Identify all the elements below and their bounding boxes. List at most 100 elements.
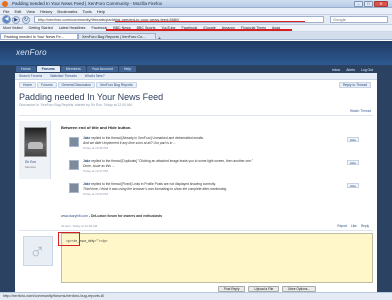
hide-button[interactable]: Hide [346, 137, 359, 142]
menu-bar: File Edit View History Bookmarks Tools Help [0, 8, 392, 15]
firefox-icon [2, 1, 8, 7]
bookmarks-toolbar: Most Visited Getting Started Latest Headli… [0, 25, 392, 32]
menu-view[interactable]: View [23, 8, 37, 14]
bookmark-item[interactable]: Latest Headlines [56, 25, 89, 30]
tab-home[interactable]: Home [16, 66, 36, 72]
sub-navigation: Search Forums Watched Threads What's New? [15, 73, 377, 80]
divider [19, 230, 373, 231]
feed-avatar[interactable] [69, 183, 79, 193]
signature-text: - DeLuxion forum for owners and enthusia… [88, 214, 163, 218]
logout-link[interactable]: Log Out [358, 68, 376, 72]
feed-time: Today at 10:37 PM [83, 169, 109, 173]
feed-user[interactable]: Jake [83, 136, 90, 140]
window-title: Padding needed In Your News Feed | XenFo… [12, 1, 162, 6]
status-text: http://xenforo.com/community/forums/xenf… [3, 294, 105, 298]
menu-bookmarks[interactable]: Bookmarks [54, 8, 79, 14]
feed-text: Jake replied to the thread [Already in X… [83, 136, 338, 140]
feed-user[interactable]: Jake [83, 159, 90, 163]
reply-to-thread-button[interactable]: Reply to Thread [338, 82, 371, 88]
feed-avatar[interactable] [69, 137, 79, 147]
feed-quote: And we didn't implement it any time soon… [83, 141, 177, 145]
news-feed-item: Jake replied to the thread [Fixed] Links… [69, 182, 359, 203]
browser-tab[interactable]: XenForo Bug Reports | XenForo Co... [78, 33, 156, 39]
menu-file[interactable]: File [0, 8, 11, 14]
forward-arrow-icon[interactable]: ▶ [12, 16, 20, 24]
close-button[interactable]: ✕ [374, 1, 388, 7]
report-link[interactable]: Report [337, 224, 347, 228]
reload-icon[interactable]: ↻ [22, 16, 30, 24]
quick-reply-editor[interactable]: <p><br _moz_dirty=""></p> [61, 233, 373, 283]
page-title: Padding needed In Your News Feed [19, 92, 164, 102]
content-area: Search Forums Watched Threads What's New? … [15, 73, 377, 292]
watch-thread-link[interactable]: Watch Thread [350, 109, 371, 113]
post-message: Between end of title and Hide button. [61, 125, 132, 130]
reply-link[interactable]: Reply [361, 224, 369, 228]
address-bar[interactable]: http://xenforo.com/community/threads/pad… [34, 16, 324, 23]
tab-your-account[interactable]: Your Account [86, 66, 118, 72]
search-forums-link[interactable]: Search Forums [15, 73, 46, 79]
feed-avatar[interactable] [69, 160, 79, 170]
news-feed-item: Jake replied to the thread [Already in X… [69, 136, 359, 157]
user-links: Inbox Alerts Log Out [329, 67, 376, 72]
feed-text: Jake replied to the thread [Fixed] Links… [83, 182, 338, 186]
male-symbol-icon: ♂ [29, 239, 46, 264]
feed-user[interactable]: Jake [83, 182, 90, 186]
breadcrumb-item[interactable]: Home [19, 82, 37, 88]
menu-edit[interactable]: Edit [11, 8, 23, 14]
web-page: xenForo Home Forums Members Your Account Hel… [0, 41, 392, 292]
navigation-toolbar: ◀ ▶ ↻ http://xenforo.com/community/threa… [0, 15, 392, 25]
back-arrow-icon[interactable]: ◀ [2, 15, 11, 24]
post-date: Sir Eon, Today at 12:00 AM [61, 224, 98, 228]
like-link[interactable]: Like [351, 224, 357, 228]
hide-button[interactable]: Hide [346, 183, 359, 188]
news-feed-item: Jake replied to the thread [Duplicate] "… [69, 159, 359, 180]
menu-history[interactable]: History [37, 8, 54, 14]
new-tab-icon[interactable]: + [156, 36, 161, 39]
breadcrumb-item[interactable]: General Discussion [57, 82, 95, 88]
signature: www.dazyhilt.com - DeLuxion forum for ow… [61, 214, 162, 218]
post-author-panel: Sir Eon Member [19, 121, 51, 179]
feed-text: Jake replied to the thread [Duplicate] "… [83, 159, 338, 163]
breadcrumb-item[interactable]: Forums [37, 82, 57, 88]
menu-help[interactable]: Help [94, 8, 107, 14]
feed-time: Today at 10:39 PM [83, 146, 109, 150]
feed-action: replied to the thread [Duplicate] "Click… [91, 159, 254, 163]
site-logo[interactable]: xenForo [16, 48, 47, 57]
site-main-tabs: Home Forums Members Your Account Help [16, 66, 137, 72]
bookmark-item[interactable]: Getting Started [26, 25, 56, 30]
whats-new-link[interactable]: What's New? [81, 73, 109, 79]
menu-tools[interactable]: Tools [79, 8, 93, 14]
watched-threads-link[interactable]: Watched Threads [46, 73, 81, 79]
highlight-box [58, 232, 80, 246]
minimize-button[interactable]: – [354, 1, 363, 7]
car-image [28, 142, 43, 149]
thread-meta: Discussion in 'XenForo Bug Reports' star… [19, 103, 133, 107]
site-header: xenForo [0, 41, 392, 65]
post-actions: Report Like Reply [333, 224, 369, 228]
redaction-mark [115, 21, 305, 22]
divider [19, 115, 373, 116]
post-author-name[interactable]: Sir Eon [25, 160, 36, 164]
tab-members[interactable]: Members [60, 66, 86, 72]
search-input[interactable]: Google [330, 16, 388, 23]
tab-help[interactable]: Help [118, 66, 137, 72]
quick-reply-avatar: ♂ [23, 236, 53, 266]
tab-forums[interactable]: Forums [36, 66, 60, 72]
bookmark-item[interactable]: Most Visited [0, 25, 26, 30]
feed-quote: Third time; I think it was using the bro… [83, 187, 228, 191]
hide-button[interactable]: Hide [346, 160, 359, 165]
inbox-link[interactable]: Inbox [329, 68, 343, 72]
browser-tab-active[interactable]: Padding needed In Your News Fe... [0, 33, 78, 39]
breadcrumb-item[interactable]: XenForo Bug Reports [95, 82, 137, 88]
status-bar: http://xenforo.com/community/forums/xenf… [0, 292, 392, 300]
feed-action: replied to the thread [Fixed] Links in P… [91, 182, 216, 186]
signature-link[interactable]: www.dazyhilt.com [61, 214, 88, 218]
alerts-link[interactable]: Alerts [343, 68, 358, 72]
redaction-mark [106, 29, 292, 31]
breadcrumb: Home Forums General Discussion XenForo Bug … [19, 82, 138, 88]
window-titlebar: Padding needed In Your News Feed | XenFo… [0, 0, 392, 8]
maximize-button[interactable]: □ [364, 1, 373, 7]
post-author-role: Member [25, 165, 37, 169]
feed-action: replied to the thread [Already in XenFor… [91, 136, 204, 140]
avatar[interactable] [24, 127, 47, 157]
